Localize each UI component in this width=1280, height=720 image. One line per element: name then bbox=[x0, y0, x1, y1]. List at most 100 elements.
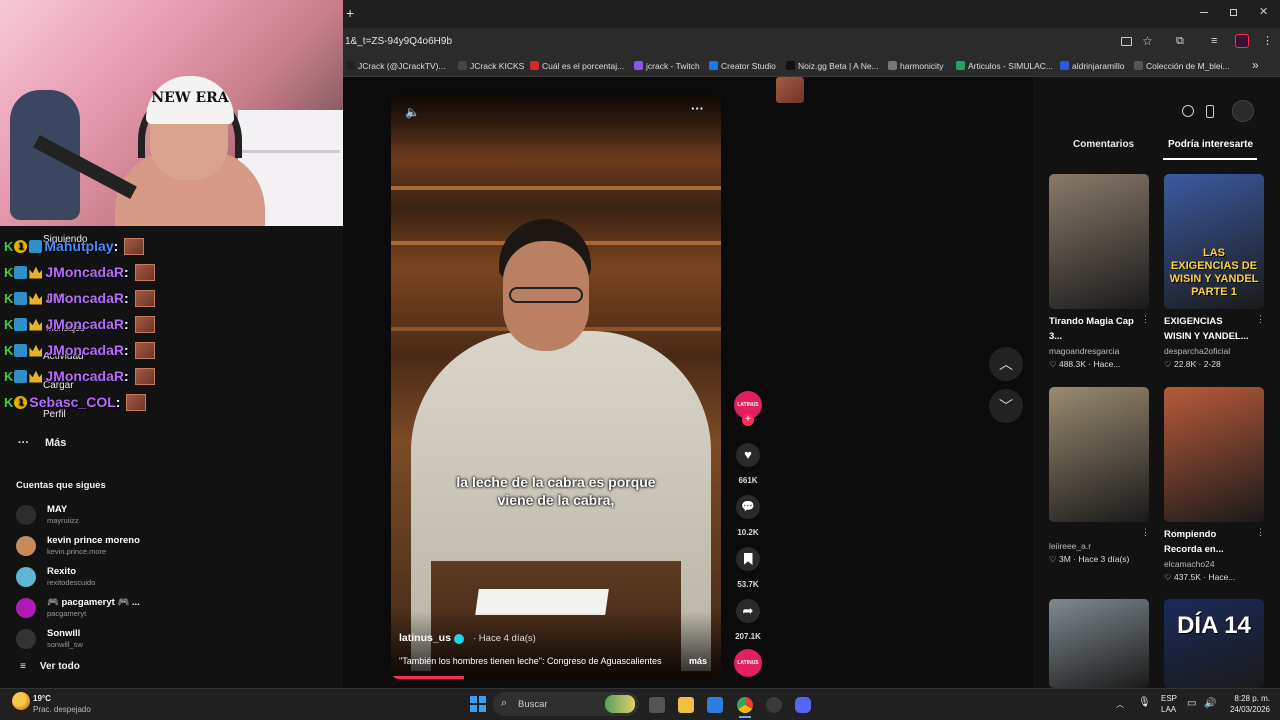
bookmark-item[interactable]: Creator Studio bbox=[709, 61, 776, 71]
sound-avatar[interactable]: LATINUS bbox=[734, 649, 762, 677]
tab-suggested[interactable]: Podría interesarte bbox=[1168, 139, 1253, 150]
scroll-up-button[interactable]: ︿ bbox=[989, 347, 1023, 381]
chrome-icon[interactable] bbox=[737, 697, 753, 713]
sub-badge-icon bbox=[14, 369, 28, 383]
bookmark-item[interactable]: Articulos - SIMULAC... bbox=[956, 61, 1053, 71]
suggested-video-title-cont[interactable]: WISIN Y YANDEL... bbox=[1164, 330, 1249, 344]
volume-tray-icon[interactable]: 🔊 bbox=[1204, 698, 1216, 709]
bookmark-label: Creator Studio bbox=[721, 61, 776, 71]
video-options-icon[interactable]: ⋮ bbox=[1256, 314, 1265, 325]
network-icon[interactable]: ▭ bbox=[1187, 698, 1196, 709]
restore-icon[interactable] bbox=[1230, 9, 1237, 16]
suggested-video-author[interactable]: elcamacho24 bbox=[1164, 559, 1215, 569]
more-bookmarks-icon[interactable]: » bbox=[1252, 58, 1259, 72]
video-author[interactable]: latinus_us bbox=[399, 632, 451, 644]
tab-comments[interactable]: Comentarios bbox=[1073, 139, 1134, 150]
clock-date[interactable]: 24/03/2026 bbox=[1222, 705, 1270, 714]
start-icon[interactable] bbox=[470, 696, 486, 712]
suggested-video-thumbnail[interactable] bbox=[1164, 387, 1264, 522]
discord-icon[interactable] bbox=[795, 697, 811, 713]
chevron-up-icon: ︿ bbox=[999, 356, 1013, 372]
video-options-icon[interactable]: ⋮ bbox=[1141, 314, 1150, 325]
caption-line-1: la leche de la cabra es porque bbox=[456, 474, 656, 490]
task-view-icon[interactable] bbox=[649, 697, 665, 713]
weather-icon[interactable] bbox=[12, 692, 30, 710]
chat-separator: : bbox=[123, 368, 129, 384]
description-more-link[interactable]: más bbox=[689, 656, 707, 666]
suggested-video-thumbnail[interactable] bbox=[1049, 387, 1149, 522]
suggested-video-thumbnail[interactable] bbox=[1049, 599, 1149, 688]
profile-icon[interactable] bbox=[1235, 34, 1249, 48]
tiktok-profile-icon[interactable] bbox=[1232, 100, 1254, 122]
close-icon[interactable]: ✕ bbox=[1259, 5, 1268, 18]
mic-tray-icon[interactable]: 🎙 bbox=[1138, 697, 1151, 708]
suggested-video-stats: ♡ 22.8K · 2-28 bbox=[1164, 359, 1221, 369]
suggested-video-author[interactable]: magoandresgarcia bbox=[1049, 346, 1119, 356]
compass-icon[interactable] bbox=[1182, 105, 1194, 117]
bookmark-item[interactable]: Noiz.gg Beta | A Ne... bbox=[786, 61, 879, 71]
video-options-icon[interactable]: ⋮ bbox=[1141, 527, 1150, 538]
account-name: MAY bbox=[47, 504, 68, 515]
bookmark-item[interactable]: Colección de M_blei... bbox=[1134, 61, 1230, 71]
clock-time[interactable]: 8:28 p. m. bbox=[1230, 694, 1270, 703]
bookmark-favicon-icon bbox=[530, 61, 539, 70]
crown-badge-icon bbox=[29, 344, 43, 357]
like-button[interactable]: ♥ bbox=[736, 443, 760, 467]
tray-chevron-icon[interactable]: ︿ bbox=[1116, 699, 1124, 710]
mail-icon[interactable] bbox=[707, 697, 723, 713]
suggested-video-thumbnail[interactable]: LAS EXIGENCIAS DE WISIN Y YANDEL PARTE 1 bbox=[1164, 174, 1264, 309]
extensions-icon[interactable]: ⧉ bbox=[1176, 35, 1184, 48]
suggested-video-author[interactable]: leiireee_a.r bbox=[1049, 541, 1091, 551]
chat-message: K JMoncadaR : bbox=[4, 366, 155, 386]
bookmark-item[interactable]: JCrack KICKS bbox=[458, 61, 524, 71]
obs-icon[interactable] bbox=[766, 697, 782, 713]
emote-icon bbox=[134, 315, 155, 333]
video-options-icon[interactable]: ⋮ bbox=[1256, 527, 1265, 538]
scroll-down-button[interactable]: ﹀ bbox=[989, 389, 1023, 423]
suggested-video-thumbnail[interactable]: DÍA 14 bbox=[1164, 599, 1264, 688]
more-dots-icon: ··· bbox=[18, 437, 29, 449]
search-icon: ⌕ bbox=[501, 697, 508, 709]
install-icon[interactable] bbox=[1121, 37, 1132, 46]
video-player[interactable]: 🔈 ··· la leche de la cabra es porque vie… bbox=[391, 91, 721, 679]
bookmark-favicon-icon bbox=[1060, 61, 1069, 70]
suggested-video-title[interactable]: Rompiendo bbox=[1164, 528, 1216, 542]
see-all-link[interactable]: ≡ Ver todo bbox=[20, 661, 80, 672]
suggested-video-title-cont[interactable]: Recorda en... bbox=[1164, 543, 1224, 557]
bookmark-favicon-icon bbox=[709, 61, 718, 70]
share-button[interactable]: ➦ bbox=[736, 599, 760, 623]
bookmark-star-icon[interactable]: ☆ bbox=[1142, 34, 1153, 48]
follow-plus-icon[interactable]: + bbox=[742, 414, 754, 426]
suggested-video-author[interactable]: desparcha2oficial bbox=[1164, 346, 1230, 356]
suggested-video-title[interactable]: EXIGENCIAS bbox=[1164, 315, 1223, 329]
suggested-video-title[interactable]: Tirando Magia Cap bbox=[1049, 315, 1134, 329]
file-explorer-icon[interactable] bbox=[678, 697, 694, 713]
save-button[interactable] bbox=[736, 547, 760, 571]
volume-icon[interactable]: 🔈 bbox=[405, 105, 420, 119]
phone-icon[interactable] bbox=[1206, 105, 1214, 118]
suggested-video-thumbnail[interactable] bbox=[1049, 174, 1149, 309]
video-options-icon[interactable]: ··· bbox=[691, 101, 704, 116]
bottom-gradient bbox=[391, 611, 721, 679]
bookmark-item[interactable]: JCrack (@JCrackTV)... bbox=[346, 61, 446, 71]
media-icon[interactable]: ≡ bbox=[1211, 35, 1217, 47]
kebab-menu-icon[interactable]: ⋮ bbox=[1262, 34, 1273, 47]
account-handle: pacgameryt bbox=[47, 609, 87, 618]
comment-button[interactable]: 💬 bbox=[736, 495, 760, 519]
url-text[interactable]: 1&_t=ZS-94y9Q4o6H9b bbox=[345, 36, 452, 47]
bookmark-favicon-icon bbox=[888, 61, 897, 70]
bookmark-item[interactable]: harmonicity bbox=[888, 61, 943, 71]
new-tab-button[interactable]: + bbox=[346, 5, 354, 21]
bookmark-item[interactable]: jcrack - Twitch bbox=[634, 61, 700, 71]
minimize-icon[interactable] bbox=[1200, 12, 1208, 13]
chat-username: JMoncadaR bbox=[45, 342, 124, 358]
caption-line-2: viene de la cabra, bbox=[497, 492, 615, 508]
lang-secondary[interactable]: LAA bbox=[1161, 705, 1176, 714]
suggested-video-title-cont[interactable]: 3... bbox=[1049, 330, 1062, 344]
bookmark-label: Noiz.gg Beta | A Ne... bbox=[798, 61, 879, 71]
lang-primary[interactable]: ESP bbox=[1161, 694, 1177, 703]
bookmark-item[interactable]: Cuál es el porcentaj... bbox=[530, 61, 624, 71]
video-progress-bar[interactable] bbox=[391, 676, 464, 679]
bookmark-item[interactable]: aldrinjaramillo bbox=[1060, 61, 1124, 71]
more-menu[interactable]: ··· Más bbox=[18, 437, 66, 449]
